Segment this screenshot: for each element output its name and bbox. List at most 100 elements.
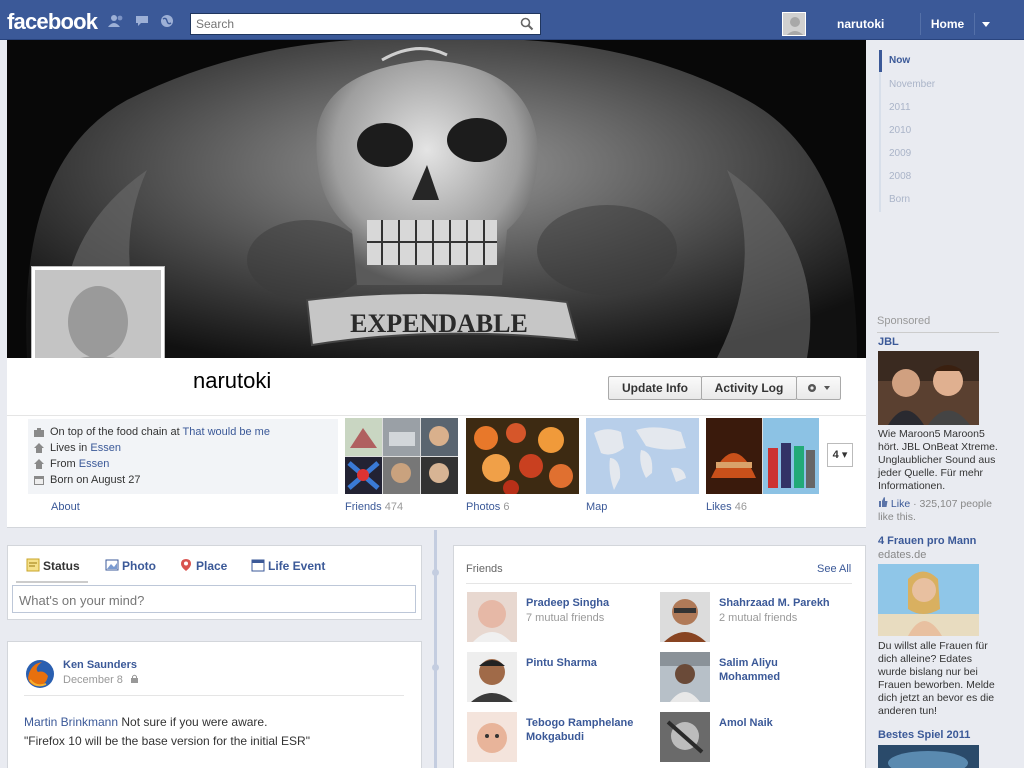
- likes-app-label[interactable]: Likes 46: [706, 501, 747, 513]
- friend-photo[interactable]: [660, 592, 710, 642]
- messages-icon[interactable]: [135, 14, 151, 28]
- photo-icon: [105, 559, 119, 571]
- about-lives-link[interactable]: Essen: [90, 442, 121, 454]
- post-text-line-1: Martin Brinkmann Not sure if you were aw…: [24, 715, 267, 729]
- about-work-link[interactable]: That would be me: [183, 426, 270, 438]
- photos-app-label[interactable]: Photos 6: [466, 501, 509, 513]
- timeline-spine: [434, 530, 437, 768]
- more-apps-button[interactable]: 4 ▾: [827, 443, 853, 467]
- map-app-label[interactable]: Map: [586, 501, 607, 513]
- top-avatar[interactable]: [782, 12, 806, 36]
- about-from: From Essen: [34, 458, 110, 470]
- friend-photo-image: [467, 592, 517, 642]
- ad-like-button[interactable]: Like: [891, 498, 910, 510]
- about-from-link[interactable]: Essen: [79, 458, 110, 470]
- friends-app-tile[interactable]: [345, 418, 458, 494]
- tab-photo[interactable]: Photo: [105, 559, 156, 573]
- ad-title[interactable]: JBL: [878, 336, 899, 348]
- ad-image-photo: [878, 564, 979, 636]
- ad-image[interactable]: [878, 745, 979, 768]
- photos-app-tile[interactable]: [466, 418, 579, 494]
- notifications-globe-icon[interactable]: [160, 14, 176, 28]
- timeline-nav-track: [879, 50, 881, 212]
- ad-title[interactable]: Bestes Spiel 2011: [878, 729, 970, 741]
- status-input[interactable]: What's on your mind?: [12, 585, 416, 613]
- friend-name[interactable]: Pintu Sharma: [526, 656, 597, 670]
- ad-like-row: Like · 325,107 people like this.: [878, 497, 1003, 524]
- tab-life-event[interactable]: Life Event: [251, 559, 325, 573]
- firefox-logo-icon: [26, 660, 54, 688]
- post-date-text: December 8: [63, 674, 123, 686]
- account-menu-button[interactable]: [974, 13, 996, 35]
- facebook-logo[interactable]: facebook: [7, 9, 98, 35]
- activity-log-button[interactable]: Activity Log: [701, 376, 797, 400]
- search-icon[interactable]: [520, 17, 534, 31]
- friend-photo[interactable]: [467, 712, 517, 762]
- place-pin-icon: [181, 559, 191, 571]
- home-icon: [34, 443, 44, 453]
- profile-name[interactable]: narutoki: [193, 368, 271, 394]
- tab-photo-label: Photo: [122, 559, 156, 573]
- about-work-prefix: On top of the food chain at: [50, 426, 180, 438]
- search-input[interactable]: [191, 14, 511, 34]
- timeline-nav-2008[interactable]: 2008: [889, 171, 911, 182]
- work-icon: [34, 428, 44, 437]
- friend-photo-image: [660, 712, 710, 762]
- map-app-tile[interactable]: [586, 418, 699, 494]
- about-link[interactable]: About: [51, 501, 80, 513]
- friend-photo-image: [467, 712, 517, 762]
- tab-place[interactable]: Place: [181, 559, 228, 573]
- friend-requests-icon[interactable]: [108, 14, 124, 28]
- timeline-nav-active-indicator: [879, 50, 882, 72]
- friend-photo-image: [660, 592, 710, 642]
- friends-box-title[interactable]: Friends: [466, 563, 503, 575]
- timeline-nav-2011[interactable]: 2011: [889, 102, 911, 113]
- top-user-name[interactable]: narutoki: [837, 17, 884, 31]
- ad-text[interactable]: Du willst alle Frauen für dich alleine? …: [878, 640, 1003, 718]
- friend-photo[interactable]: [660, 652, 710, 702]
- ad-text[interactable]: Wie Maroon5 Maroon5 hört. JBL OnBeat Xtr…: [878, 428, 1003, 493]
- friend-name[interactable]: Tebogo Ramphelane Mokgabudi: [526, 716, 656, 744]
- ad-image[interactable]: [878, 351, 979, 425]
- post-mention-link[interactable]: Martin Brinkmann: [24, 715, 118, 729]
- home-button[interactable]: Home: [920, 13, 974, 35]
- gear-icon: [807, 384, 830, 392]
- ad-title[interactable]: 4 Frauen pro Mann: [878, 535, 976, 547]
- tab-status[interactable]: Status: [26, 558, 80, 573]
- friends-see-all-link[interactable]: See All: [817, 563, 851, 575]
- friends-collage-image: [345, 418, 458, 494]
- friend-photo-image: [467, 652, 517, 702]
- search-box[interactable]: [190, 13, 541, 35]
- friends-app-label[interactable]: Friends 474: [345, 501, 403, 513]
- timeline-nav-november[interactable]: November: [889, 79, 935, 90]
- ad-image[interactable]: [878, 564, 979, 636]
- timeline-nav-now[interactable]: Now: [889, 55, 910, 66]
- friend-name[interactable]: Amol Naik: [719, 716, 773, 730]
- friend-name[interactable]: Pradeep Singha: [526, 596, 609, 610]
- settings-button[interactable]: [796, 376, 841, 400]
- timeline-nav-born[interactable]: Born: [889, 194, 910, 205]
- post-date[interactable]: December 8: [63, 674, 139, 686]
- friend-mutual[interactable]: 7 mutual friends: [526, 612, 604, 624]
- ad-domain[interactable]: edates.de: [878, 549, 926, 561]
- timeline-nav-2009[interactable]: 2009: [889, 148, 911, 159]
- cover-banner-text: EXPENDABLE: [350, 309, 528, 338]
- about-work: On top of the food chain at That would b…: [34, 426, 270, 438]
- friend-photo[interactable]: [660, 712, 710, 762]
- sponsored-divider: [877, 332, 999, 333]
- friend-name[interactable]: Salim Aliyu Mohammed: [719, 656, 839, 684]
- friend-photo[interactable]: [467, 592, 517, 642]
- tab-place-label: Place: [196, 559, 228, 573]
- ad-image-photo: [878, 745, 979, 768]
- map-app-name: Map: [586, 501, 608, 513]
- friend-photo[interactable]: [467, 652, 517, 702]
- likes-app-tile[interactable]: [706, 418, 819, 494]
- friend-mutual[interactable]: 2 mutual friends: [719, 612, 797, 624]
- timeline-nav-2010[interactable]: 2010: [889, 125, 911, 136]
- post-author-avatar[interactable]: [24, 658, 56, 690]
- update-info-button[interactable]: Update Info: [608, 376, 702, 400]
- post-author-name[interactable]: Ken Saunders: [63, 659, 137, 671]
- life-event-icon: [251, 559, 265, 572]
- friend-name[interactable]: Shahrzaad M. Parekh: [719, 596, 830, 610]
- sponsored-label: Sponsored: [877, 315, 931, 327]
